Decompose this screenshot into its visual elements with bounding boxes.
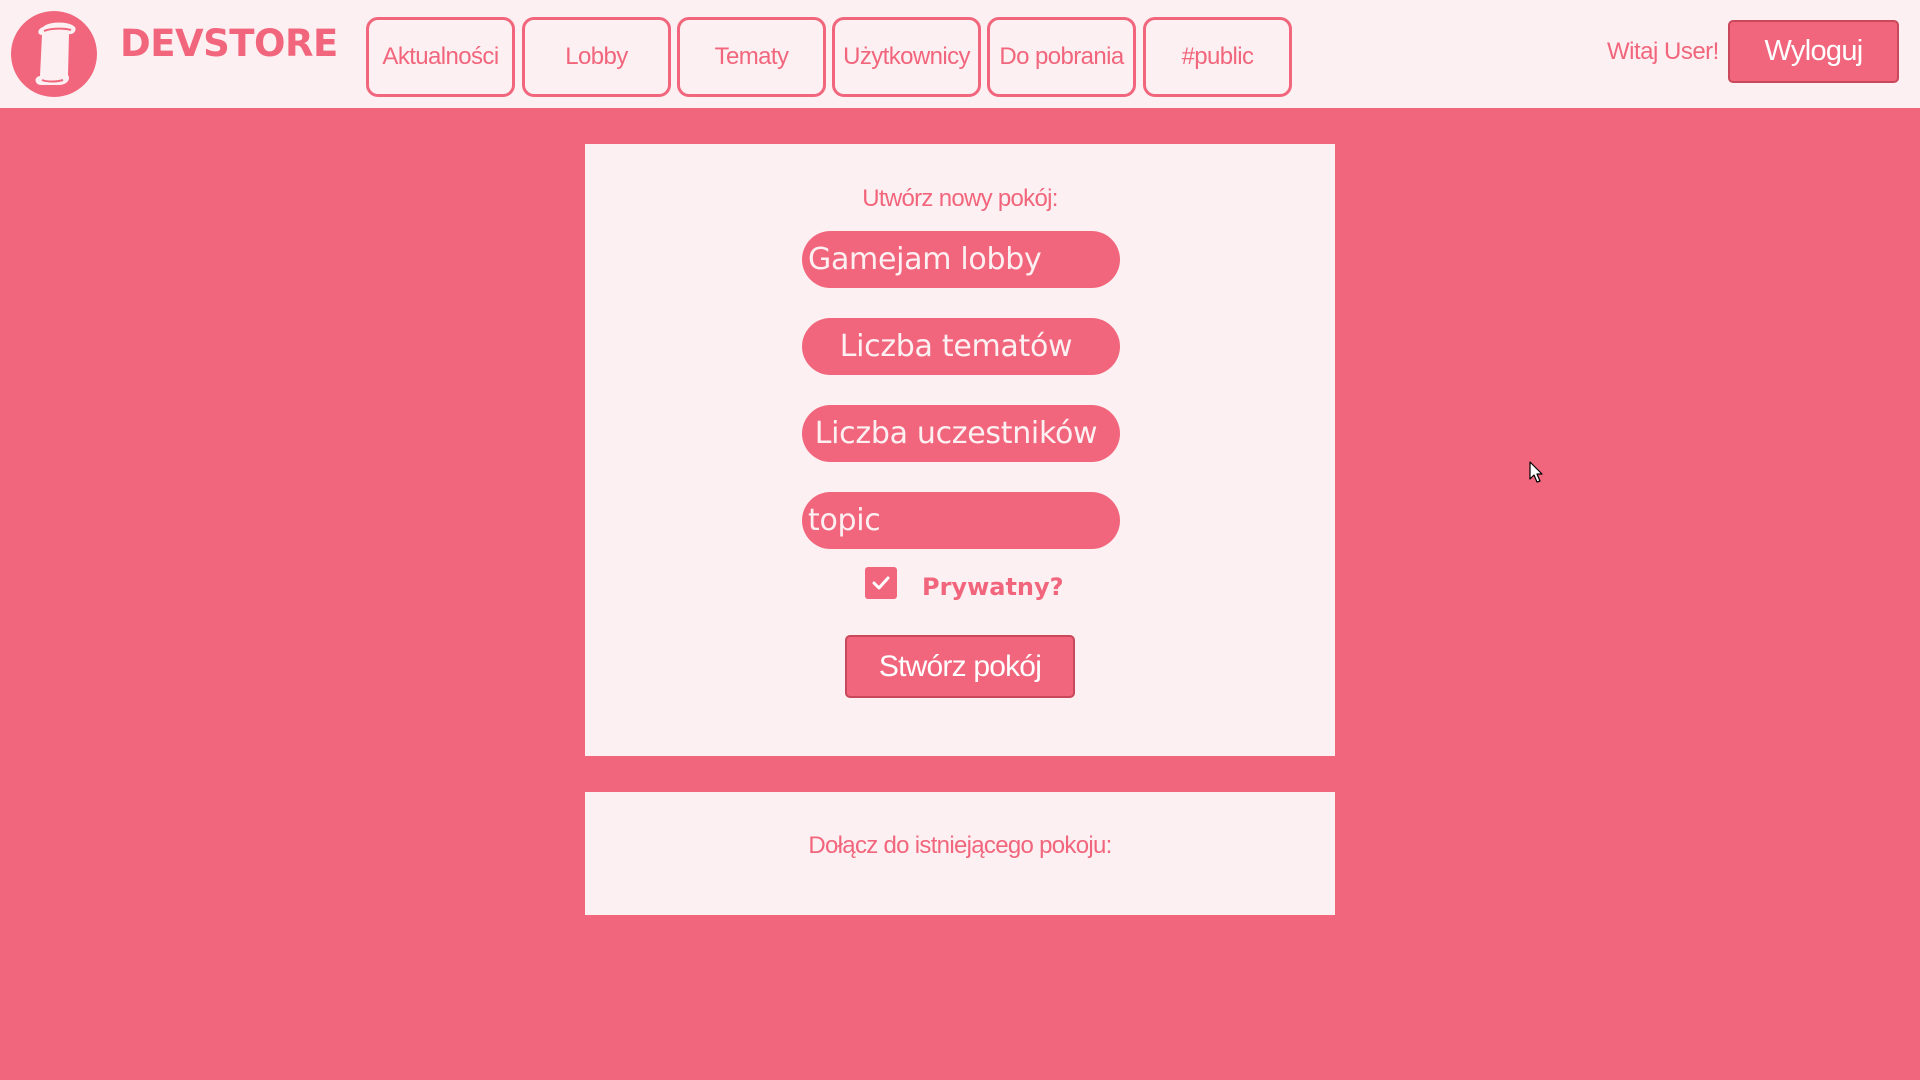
room-name-input[interactable]: Gamejam lobby — [802, 231, 1120, 288]
private-checkbox[interactable] — [865, 567, 897, 599]
mouse-cursor — [1529, 461, 1545, 490]
nav-do-pobrania[interactable]: Do pobrania — [987, 17, 1136, 97]
join-room-panel: Dołącz do istniejącego pokoju: — [585, 792, 1335, 915]
nav-tematy[interactable]: Tematy — [677, 17, 826, 97]
topic-input[interactable]: topic — [802, 492, 1120, 549]
create-room-title: Utwórz nowy pokój: — [862, 185, 1058, 212]
logo[interactable] — [11, 11, 97, 97]
private-checkbox-label[interactable]: Prywatny? — [922, 573, 1064, 601]
create-room-button[interactable]: Stwórz pokój — [845, 635, 1075, 698]
create-room-panel: Utwórz nowy pokój: Gamejam lobby Liczba … — [585, 144, 1335, 756]
top-header: DEVSTORE Aktualności Lobby Tematy Użytko… — [0, 0, 1920, 108]
greeting-text: Witaj User! — [1607, 38, 1719, 65]
join-room-title: Dołącz do istniejącego pokoju: — [808, 832, 1112, 859]
topics-count-input[interactable]: Liczba tematów — [802, 318, 1120, 375]
scroll-icon — [35, 22, 76, 85]
checkmark-icon — [872, 576, 890, 590]
nav-uzytkownicy[interactable]: Użytkownicy — [832, 17, 981, 97]
participants-count-input[interactable]: Liczba uczestników — [802, 405, 1120, 462]
nav-lobby[interactable]: Lobby — [522, 17, 671, 97]
nav-public[interactable]: #public — [1143, 17, 1292, 97]
nav-aktualnosci[interactable]: Aktualności — [366, 17, 515, 97]
cursor-arrow-icon — [1529, 461, 1543, 483]
brand-name[interactable]: DEVSTORE — [120, 22, 338, 65]
logout-button[interactable]: Wyloguj — [1728, 20, 1899, 83]
